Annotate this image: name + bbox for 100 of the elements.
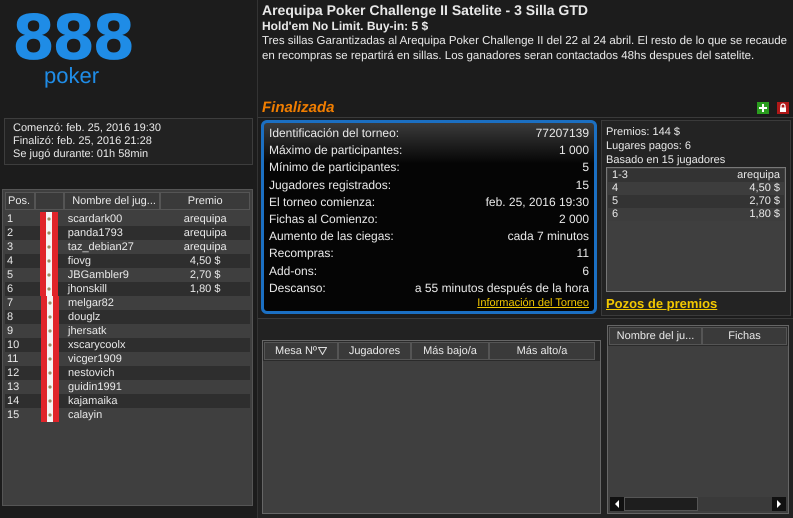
column-header[interactable]: Premio [160,192,250,210]
flag-icon [40,254,58,268]
position-cell-text: 14 [6,394,20,408]
info-label: Jugadores registrados: [269,176,392,194]
prize-cell: 2,70 $ [749,195,780,208]
sort-icon [318,347,327,355]
player-name-cell-text: calayin [67,408,104,422]
position-cell-text: 3 [6,240,14,254]
flag-icon [40,240,58,254]
tournament-description: Tres sillas Garantizadas al Arequipa Poker Challenge II del 22 al 24 abril. El resto de lo que se recaude en recompras se repartirá en sillas. Los ganadores seran contactados 48hs despues del satelite. [262,34,788,64]
player-name-cell-text: taz_debian27 [66,240,135,254]
position-cell-text: 1 [6,212,14,226]
add-icon[interactable] [757,102,769,114]
info-label: Identificación del torneo: [269,125,400,142]
prize-cell-text: 1,80 $ [188,282,222,296]
position-cell-text: 7 [6,296,14,310]
column-header[interactable]: Nombre del jug... [64,192,160,210]
flag-icon [40,408,58,422]
place-cell: 4 [612,182,618,195]
position-cell-text: 9 [6,324,14,338]
prize-cell-text: arequipa [182,240,228,254]
prize-cell: 1,80 $ [749,208,780,221]
column-header[interactable]: Nombre del ju... [609,327,702,345]
flag-icon [40,212,58,226]
flag-icon [40,296,58,310]
player-name-cell-text: jhonskill [66,282,108,296]
info-value: 6 [582,262,589,280]
prize-cell-text: 2,70 $ [188,268,222,282]
player-name-cell-text: vicger1909 [67,352,123,366]
time-text: Comenzó: feb. 25, 2016 19:30 [13,122,161,135]
column-header[interactable]: Más alto/a [489,342,595,360]
place-cell: 5 [612,195,618,208]
column-header[interactable]: Jugadores [338,342,411,360]
info-value: 5 [582,159,589,176]
lock-icon[interactable] [777,102,789,114]
player-name-cell-text: scardark00 [66,212,124,226]
prize-pools-link[interactable]: Pozos de premios [606,296,718,311]
column-header[interactable]: Mesa Nº [264,342,338,360]
logo-digits: 888 [12,10,132,66]
flag-icon [40,324,58,338]
prize-cell-text: 4,50 $ [188,254,222,268]
info-value: cada 7 minutos [508,228,589,246]
prize-cell: 4,50 $ [749,182,780,195]
flag-icon [40,268,58,282]
player-name-cell-text: melgar82 [67,296,115,310]
player-name-cell-text: jhersatk [66,324,108,338]
player-name-cell-text: douglz [67,310,102,324]
player-name-cell-text: panda1793 [66,226,124,240]
info-value: 11 [576,245,589,262]
flag-icon [40,282,58,296]
flag-icon [40,226,58,240]
position-cell-text: 5 [6,268,14,282]
info-value: feb. 25, 2016 19:30 [486,194,589,211]
position-cell-text: 8 [6,310,14,324]
flag-icon [40,338,58,352]
place-cell: 1-3 [612,169,628,182]
info-value: 15 [576,176,589,194]
player-name-cell-text: fiovg [66,254,92,268]
info-label: Aumento de las ciegas: [269,228,394,246]
position-cell-text: 11 [6,352,20,366]
tournament-status: Finalizada [262,98,335,116]
player-name-cell-text: JBGambler9 [66,268,130,282]
tournament-subtitle: Hold'em No Limit. Buy-in: 5 $ [262,19,428,34]
info-value: 2 000 [558,210,589,228]
position-cell-text: 4 [6,254,14,268]
info-label: El torneo comienza: [269,194,376,211]
info-label: Add-ons: [269,262,318,280]
info-label: Recompras: [269,245,334,262]
scroll-left-icon[interactable] [610,497,624,511]
place-cell: 6 [612,208,618,221]
prize-cell-text: arequipa [182,212,228,226]
flag-icon [40,394,58,408]
horizontal-scrollbar[interactable] [610,497,786,511]
column-header[interactable]: Fichas [702,327,787,345]
player-name-cell-text: nestovich [67,366,116,380]
info-label: Descanso: [269,280,326,297]
position-cell-text: 6 [6,282,14,296]
info-label: Mínimo de participantes: [269,159,400,176]
info-value: 77207139 [536,125,589,142]
flag-icon [40,380,58,394]
prize-summary-text: Premios: 144 $ [606,125,680,139]
player-name-cell-text: xscarycoolx [67,338,126,352]
player-name-cell-text: kajamaika [67,394,119,408]
info-label: Máximo de participantes: [269,142,402,160]
prize-cell-text: arequipa [182,226,228,240]
logo-word: poker [44,64,100,88]
prize-cell: arequipa [737,169,780,182]
flag-icon [40,366,58,380]
prize-summary-text: Lugares pagos: 6 [606,139,692,153]
time-text: Se jugó durante: 01h 58min [13,148,148,161]
position-cell-text: 15 [6,408,20,422]
player-name-cell-text: guidin1991 [67,380,123,394]
scroll-right-icon[interactable] [772,497,786,511]
info-value: a 55 minutos después de la hora [414,280,589,297]
column-header[interactable]: Más bajo/a [411,342,489,360]
column-header[interactable]: Pos. [5,192,35,210]
tournament-info-link[interactable]: Información del Torneo [477,296,589,309]
position-cell-text: 2 [6,226,14,240]
flag-icon [40,352,58,366]
position-cell-text: 10 [6,338,20,352]
